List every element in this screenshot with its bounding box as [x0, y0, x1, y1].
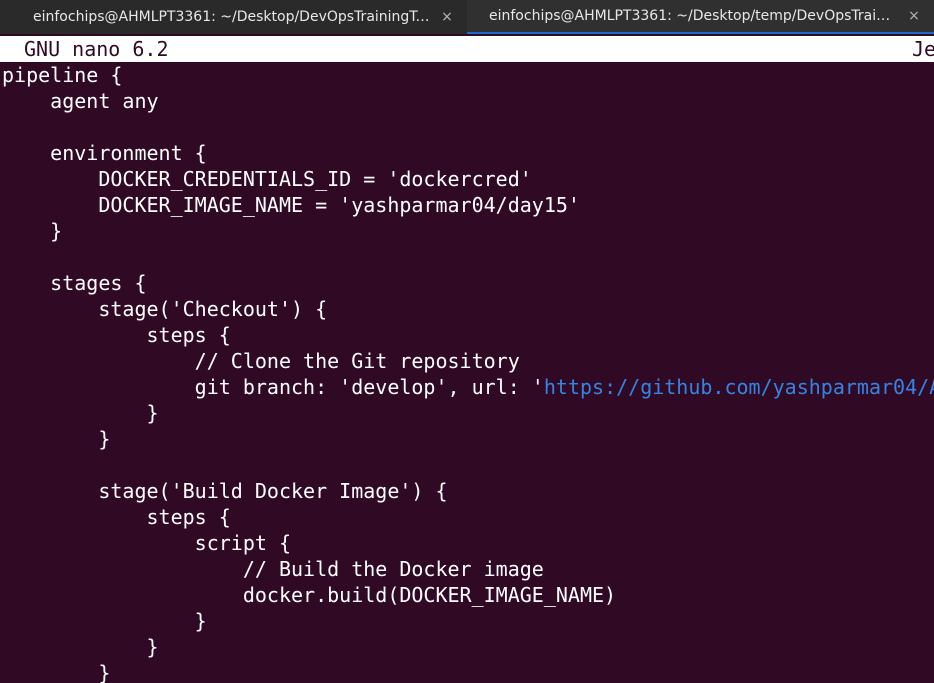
code-text: git branch: 'develop', url: ' — [2, 375, 544, 399]
code-line: docker.build(DOCKER_IMAGE_NAME) — [2, 583, 617, 607]
code-line: DOCKER_IMAGE_NAME = 'yashparmar04/day15' — [2, 193, 580, 217]
nano-version: GNU nano 6.2 — [24, 37, 169, 61]
code-line: } — [2, 609, 207, 633]
tab-temp-devops-training[interactable]: einfochips@AHMLPT3361: ~/Desktop/temp/De… — [467, 0, 934, 34]
code-line: script { — [2, 531, 291, 555]
tab-title: einfochips@AHMLPT3361: ~/Desktop/temp/De… — [489, 8, 898, 24]
close-icon[interactable]: × — [904, 8, 924, 24]
repository-url[interactable]: https://github.com/yashparmar04/A — [544, 375, 934, 399]
code-line: DOCKER_CREDENTIALS_ID = 'dockercred' — [2, 167, 532, 191]
nano-filename: Je — [912, 37, 934, 61]
terminal-tab-bar: einfochips@AHMLPT3361: ~/Desktop/DevOpsT… — [0, 0, 934, 34]
terminal-window: einfochips@AHMLPT3361: ~/Desktop/DevOpsT… — [0, 0, 934, 683]
code-line: stage('Build Docker Image') { — [2, 479, 448, 503]
code-line: steps { — [2, 323, 231, 347]
code-line: } — [2, 427, 111, 451]
editor-buffer[interactable]: pipeline { agent any environment { DOCKE… — [2, 62, 934, 683]
tab-devops-training-task[interactable]: einfochips@AHMLPT3361: ~/Desktop/DevOpsT… — [0, 0, 467, 34]
code-line: // Clone the Git repository — [2, 349, 520, 373]
nano-title-bar: GNU nano 6.2 Je — [0, 36, 934, 62]
close-icon[interactable]: × — [437, 9, 457, 25]
code-line: // Build the Docker image — [2, 557, 544, 581]
code-line: stage('Checkout') { — [2, 297, 328, 321]
code-line-git: git branch: 'develop', url: 'https://git… — [2, 374, 934, 400]
code-line: pipeline { — [2, 63, 123, 87]
code-line: } — [2, 661, 111, 683]
code-line: stages { — [2, 271, 147, 295]
tab-title: einfochips@AHMLPT3361: ~/Desktop/DevOpsT… — [33, 9, 431, 25]
code-line: } — [2, 635, 159, 659]
code-line: steps { — [2, 505, 231, 529]
code-line: } — [2, 219, 63, 243]
code-line: agent any — [2, 89, 159, 113]
code-line: environment { — [2, 141, 207, 165]
code-line: } — [2, 401, 159, 425]
